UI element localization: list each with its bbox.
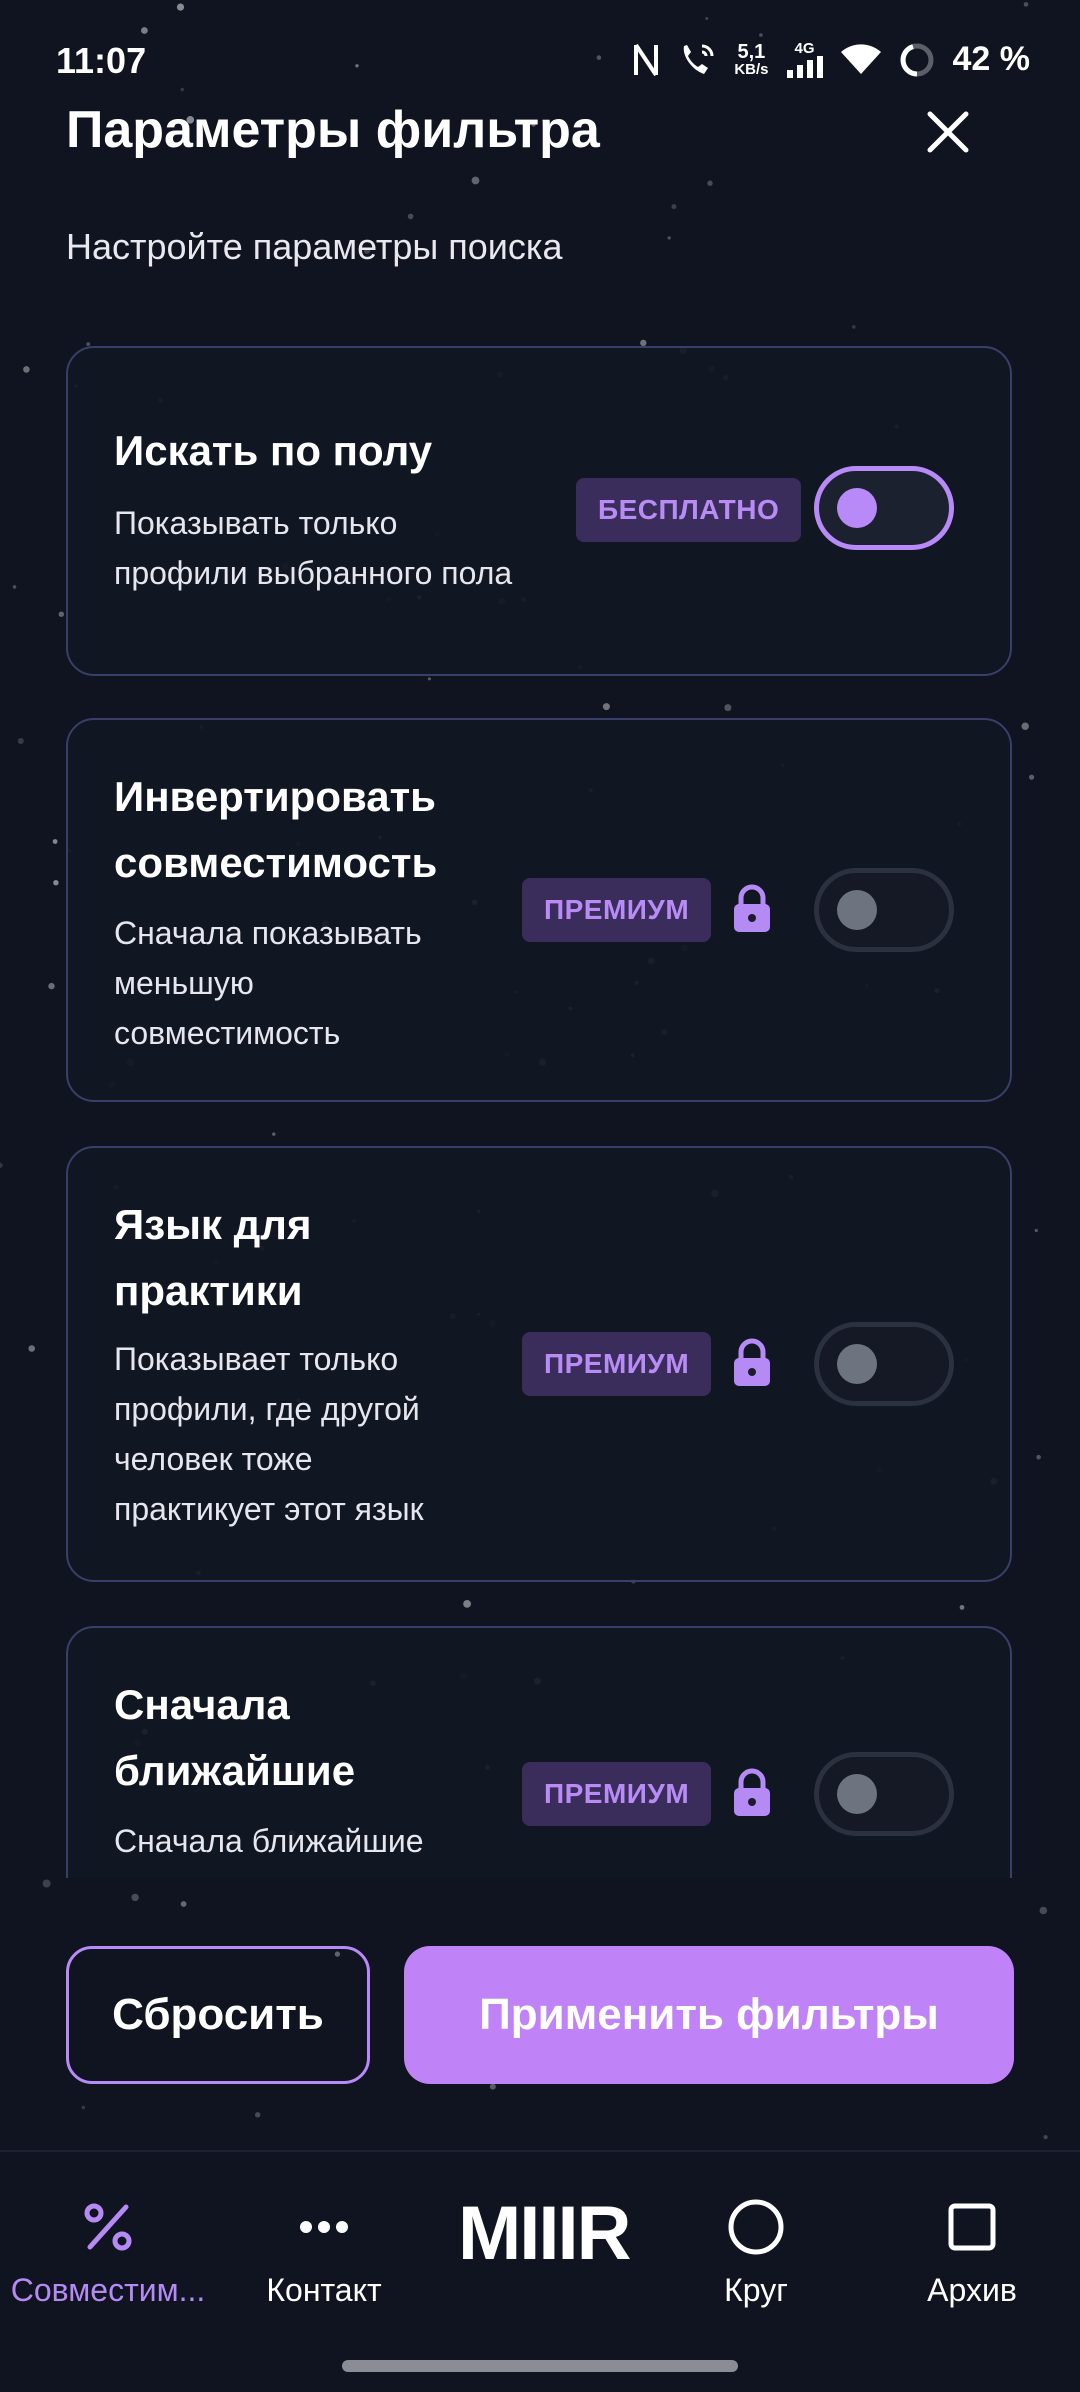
toggle-knob xyxy=(837,1344,877,1384)
filter-desc-line: человек тоже xyxy=(114,1441,313,1477)
star-dot xyxy=(667,236,671,240)
invert-compatibility-toggle[interactable] xyxy=(814,868,954,952)
toggle-knob xyxy=(837,488,877,528)
lock-icon xyxy=(734,1768,770,1816)
star-dot xyxy=(489,2083,496,2090)
nav-item-contact[interactable]: Контакт xyxy=(216,2192,432,2309)
filter-desc-line: меньшую xyxy=(114,965,254,1001)
toggle-knob xyxy=(837,1774,877,1814)
toggle-knob xyxy=(837,890,877,930)
nav-item-archive[interactable]: Архив xyxy=(864,2192,1080,2309)
premium-badge: ПРЕМИУМ xyxy=(522,878,712,942)
free-badge: БЕСПЛАТНО xyxy=(576,478,802,542)
close-button[interactable] xyxy=(916,100,980,164)
filter-title: Инвертировать совместимость xyxy=(114,764,437,896)
filter-desc-line: совместимость xyxy=(114,1015,341,1051)
nav-label: Круг xyxy=(724,2272,788,2308)
practice-language-toggle[interactable] xyxy=(814,1322,954,1406)
nav-label: Совместим... xyxy=(10,2272,206,2308)
filter-card-nearest-first: Сначала ближайшие Сначала ближайшие ПРЕМ… xyxy=(66,1626,1012,1878)
filter-description: Показывает только профили, где другой че… xyxy=(114,1334,424,1534)
battery-ring-icon xyxy=(899,42,935,78)
star-dot xyxy=(81,2105,86,2110)
filter-title-line: Язык для xyxy=(114,1201,312,1248)
filter-title-line: Искать по полу xyxy=(114,427,433,474)
filter-desc-line: практикует этот язык xyxy=(114,1491,424,1527)
percent-icon xyxy=(84,2203,132,2251)
more-dots-icon xyxy=(300,2221,348,2233)
nav-label: Архив xyxy=(927,2272,1017,2308)
status-icons: 5,1 KB/s 4G 42 % xyxy=(632,40,1030,79)
star-dot xyxy=(1039,1906,1048,1915)
filter-description: Сначала показывать меньшую совместимость xyxy=(114,908,422,1058)
filter-desc-line: Сначала ближайшие xyxy=(114,1823,424,1859)
filter-title-line: практики xyxy=(114,1267,303,1314)
lock-icon xyxy=(734,1338,770,1386)
nfc-icon xyxy=(632,43,660,77)
nav-item-circle[interactable]: Круг xyxy=(648,2192,864,2309)
filter-card-practice-language: Язык для практики Показывает только проф… xyxy=(66,1146,1012,1582)
wifi-call-icon xyxy=(678,42,716,78)
star-dot xyxy=(255,2112,261,2118)
star-dot xyxy=(1043,2135,1048,2140)
nav-item-compatibility[interactable]: Совместим... xyxy=(0,2192,216,2309)
star-dot xyxy=(131,1893,139,1902)
close-icon xyxy=(927,111,969,153)
nav-label: Контакт xyxy=(266,2272,382,2308)
page-title: Параметры фильтра xyxy=(66,101,600,159)
star-dot xyxy=(180,1901,187,1907)
reset-button[interactable]: Сбросить xyxy=(66,1946,370,2084)
wifi-icon xyxy=(840,43,881,76)
star-dot xyxy=(407,213,414,220)
square-icon xyxy=(948,2203,996,2251)
premium-badge: ПРЕМИУМ xyxy=(522,1762,712,1826)
home-indicator xyxy=(342,2360,738,2372)
app-logo[interactable]: MIIIR xyxy=(458,2190,632,2277)
star-dot xyxy=(707,180,713,186)
filter-title-line: Сначала xyxy=(114,1681,290,1728)
star-dot xyxy=(671,204,677,210)
cell-signal: 4G xyxy=(786,40,823,78)
star-dot xyxy=(851,325,856,329)
bottom-nav: Совместим... Контакт MIIIR Круг Архив xyxy=(0,2150,1080,2392)
status-time: 11:07 xyxy=(56,40,147,81)
filter-settings-screen: 11:07 5,1 KB/s 4G 42 % Параметры фильтра… xyxy=(0,0,1080,2392)
signal-bars-icon xyxy=(786,56,823,78)
filter-title-line: совместимость xyxy=(114,839,438,886)
filter-desc-line: Показывать только xyxy=(114,505,398,541)
nearest-first-toggle[interactable] xyxy=(814,1752,954,1836)
star-dot xyxy=(471,176,480,185)
apply-filters-button[interactable]: Применить фильтры xyxy=(404,1946,1014,2084)
battery-level: 42 % xyxy=(952,40,1031,78)
network-type: 4G xyxy=(794,40,815,57)
filter-title-line: Инвертировать xyxy=(114,773,436,820)
filter-description: Сначала ближайшие xyxy=(114,1816,424,1866)
filter-description: Показывать только профили выбранного пол… xyxy=(114,498,512,598)
page-subtitle: Настройте параметры поиска xyxy=(66,226,563,267)
net-speed-unit: KB/s xyxy=(734,61,769,78)
premium-badge: ПРЕМИУМ xyxy=(522,1332,712,1396)
circle-icon xyxy=(728,2199,784,2255)
filter-desc-line: Показывает только xyxy=(114,1341,399,1377)
filter-title: Язык для практики xyxy=(114,1192,311,1324)
filter-title: Сначала ближайшие xyxy=(114,1672,355,1804)
filter-desc-line: профили, где другой xyxy=(114,1391,420,1427)
gender-filter-toggle[interactable] xyxy=(814,466,954,550)
filter-desc-line: профили выбранного пола xyxy=(114,555,513,591)
lock-icon xyxy=(734,884,770,932)
star-dot xyxy=(42,1879,51,1888)
net-speed: 5,1 KB/s xyxy=(734,42,768,77)
filter-list[interactable]: Искать по полу Показывать только профили… xyxy=(0,330,1080,1878)
net-speed-value: 5,1 xyxy=(737,41,766,63)
filter-title-line: ближайшие xyxy=(114,1747,356,1794)
filter-desc-line: Сначала показывать xyxy=(114,915,422,951)
filter-card-gender: Искать по полу Показывать только профили… xyxy=(66,346,1012,676)
filter-title: Искать по полу xyxy=(114,418,432,484)
filter-card-invert-compatibility: Инвертировать совместимость Сначала пока… xyxy=(66,718,1012,1102)
